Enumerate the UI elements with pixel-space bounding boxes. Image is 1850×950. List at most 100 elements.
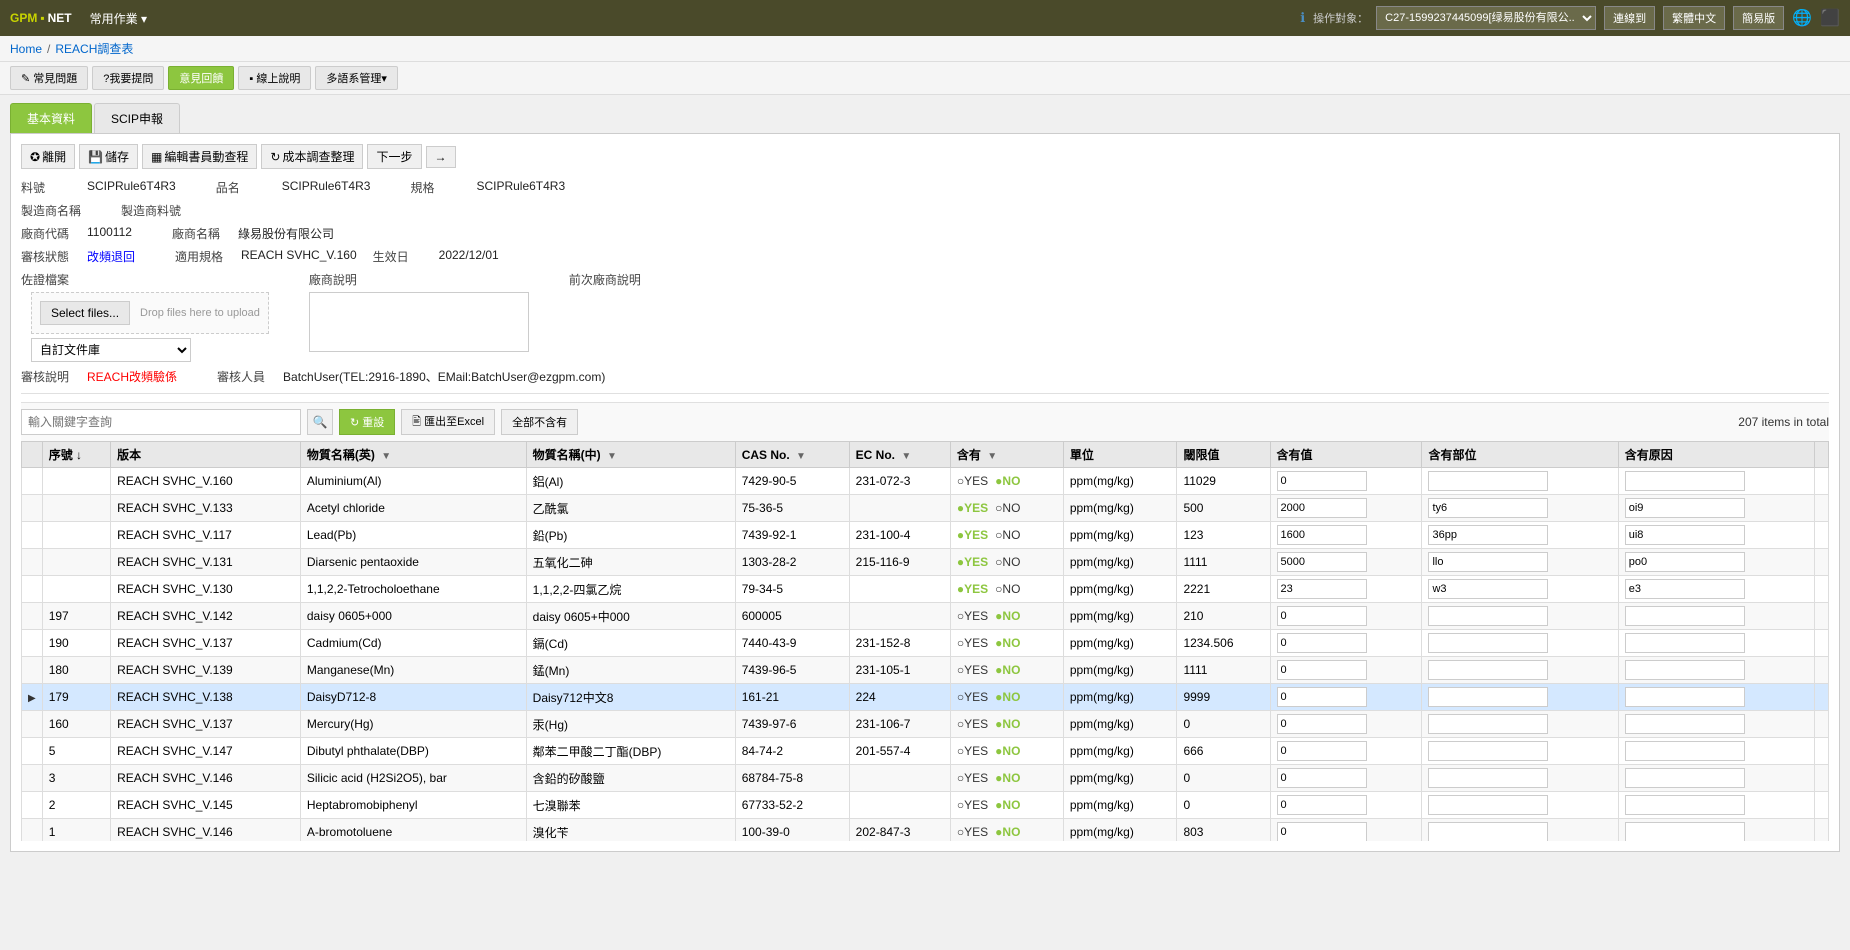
custom-library-select[interactable]: 自訂文件庫 (31, 338, 191, 362)
location-input[interactable] (1428, 606, 1548, 626)
reason-input[interactable] (1625, 687, 1745, 707)
td-location[interactable] (1422, 819, 1618, 842)
td-value[interactable] (1270, 684, 1422, 711)
value-input[interactable] (1277, 714, 1367, 734)
radio-no[interactable]: ●NO (995, 663, 1020, 677)
location-input[interactable] (1428, 471, 1548, 491)
value-input[interactable] (1277, 633, 1367, 653)
td-location[interactable] (1422, 522, 1618, 549)
operator-select[interactable]: C27-1599237445099[绿易股份有限公... (1376, 6, 1596, 30)
td-contain[interactable]: ○YES ●NO (950, 819, 1063, 842)
td-location[interactable] (1422, 468, 1618, 495)
radio-yes[interactable]: ○YES (957, 717, 988, 731)
table-row[interactable]: 2 REACH SVHC_V.145 Heptabromobiphenyl 七溴… (22, 792, 1829, 819)
td-location[interactable] (1422, 630, 1618, 657)
btn-all-no[interactable]: 全部不含有 (501, 409, 578, 435)
btn-faq[interactable]: ✎ 常見問題 (10, 66, 88, 90)
value-input[interactable] (1277, 498, 1367, 518)
reason-input[interactable] (1625, 525, 1745, 545)
radio-yes[interactable]: ○YES (957, 474, 988, 488)
radio-yes[interactable]: ●YES (957, 555, 988, 569)
th-name-en[interactable]: 物質名稱(英) ▼ (300, 442, 526, 468)
td-contain[interactable]: ●YES ○NO (950, 522, 1063, 549)
location-input[interactable] (1428, 552, 1548, 572)
td-reason[interactable] (1618, 792, 1814, 819)
td-reason[interactable] (1618, 630, 1814, 657)
th-seq[interactable]: 序號 ↓ (42, 442, 110, 468)
td-reason[interactable] (1618, 603, 1814, 630)
location-input[interactable] (1428, 660, 1548, 680)
radio-no[interactable]: ●NO (995, 636, 1020, 650)
td-value[interactable] (1270, 468, 1422, 495)
value-input[interactable] (1277, 687, 1367, 707)
td-contain[interactable]: ○YES ●NO (950, 684, 1063, 711)
td-reason[interactable] (1618, 576, 1814, 603)
th-version[interactable]: 版本 (111, 442, 301, 468)
location-input[interactable] (1428, 498, 1548, 518)
td-location[interactable] (1422, 657, 1618, 684)
td-location[interactable] (1422, 684, 1618, 711)
value-input[interactable] (1277, 822, 1367, 841)
radio-yes[interactable]: ○YES (957, 690, 988, 704)
radio-yes[interactable]: ○YES (957, 771, 988, 785)
location-input[interactable] (1428, 714, 1548, 734)
filter-cas-icon[interactable]: ▼ (796, 451, 806, 462)
reason-input[interactable] (1625, 498, 1745, 518)
table-row[interactable]: 3 REACH SVHC_V.146 Silicic acid (H2Si2O5… (22, 765, 1829, 792)
td-reason[interactable] (1618, 684, 1814, 711)
td-value[interactable] (1270, 657, 1422, 684)
radio-no[interactable]: ●NO (995, 825, 1020, 839)
td-reason[interactable] (1618, 549, 1814, 576)
btn-help[interactable]: ▪ 線上說明 (238, 66, 311, 90)
td-location[interactable] (1422, 792, 1618, 819)
table-row[interactable]: REACH SVHC_V.160 Aluminium(Al) 鋁(Al) 742… (22, 468, 1829, 495)
radio-yes[interactable]: ○YES (957, 825, 988, 839)
main-menu[interactable]: 常用作業 ▾ (82, 6, 155, 31)
radio-yes[interactable]: ○YES (957, 663, 988, 677)
filter-name-zh-icon[interactable]: ▼ (607, 451, 617, 462)
radio-yes[interactable]: ○YES (957, 609, 988, 623)
th-name-zh[interactable]: 物質名稱(中) ▼ (526, 442, 735, 468)
radio-yes[interactable]: ●YES (957, 528, 988, 542)
btn-connect[interactable]: 連線到 (1604, 6, 1655, 30)
btn-cost-refresh[interactable]: ↻ 成本調查整理 (261, 144, 363, 169)
radio-no[interactable]: ○NO (995, 555, 1020, 569)
table-row[interactable]: 190 REACH SVHC_V.137 Cadmium(Cd) 鎘(Cd) 7… (22, 630, 1829, 657)
value-input[interactable] (1277, 552, 1367, 572)
reason-input[interactable] (1625, 633, 1745, 653)
radio-yes[interactable]: ○YES (957, 798, 988, 812)
table-row[interactable]: REACH SVHC_V.133 Acetyl chloride 乙酰氯 75-… (22, 495, 1829, 522)
td-location[interactable] (1422, 603, 1618, 630)
location-input[interactable] (1428, 525, 1548, 545)
table-row[interactable]: ▶ 179 REACH SVHC_V.138 DaisyD712-8 Daisy… (22, 684, 1829, 711)
value-review-status[interactable]: 改頻退回 (87, 248, 135, 265)
td-contain[interactable]: ●YES ○NO (950, 549, 1063, 576)
td-value[interactable] (1270, 630, 1422, 657)
btn-edit-member[interactable]: ▦ 編輯書員動查程 (142, 144, 257, 169)
value-input[interactable] (1277, 525, 1367, 545)
td-value[interactable] (1270, 792, 1422, 819)
filter-name-en-icon[interactable]: ▼ (381, 451, 391, 462)
radio-no[interactable]: ○NO (995, 528, 1020, 542)
td-location[interactable] (1422, 576, 1618, 603)
td-contain[interactable]: ○YES ●NO (950, 603, 1063, 630)
expand-arrow[interactable]: ▶ (28, 693, 36, 704)
location-input[interactable] (1428, 687, 1548, 707)
td-location[interactable] (1422, 495, 1618, 522)
td-location[interactable] (1422, 738, 1618, 765)
location-input[interactable] (1428, 768, 1548, 788)
reason-input[interactable] (1625, 552, 1745, 572)
btn-leave[interactable]: ✪ 離開 (21, 144, 75, 169)
td-contain[interactable]: ●YES ○NO (950, 576, 1063, 603)
reason-input[interactable] (1625, 741, 1745, 761)
td-contain[interactable]: ●YES ○NO (950, 495, 1063, 522)
td-reason[interactable] (1618, 522, 1814, 549)
reason-input[interactable] (1625, 579, 1745, 599)
location-input[interactable] (1428, 822, 1548, 841)
radio-no[interactable]: ○NO (995, 582, 1020, 596)
table-row[interactable]: 1 REACH SVHC_V.146 A-bromotoluene 溴化苄 10… (22, 819, 1829, 842)
reason-input[interactable] (1625, 606, 1745, 626)
reason-input[interactable] (1625, 660, 1745, 680)
radio-no[interactable]: ●NO (995, 690, 1020, 704)
btn-reset[interactable]: ↻ 重設 (339, 409, 395, 435)
